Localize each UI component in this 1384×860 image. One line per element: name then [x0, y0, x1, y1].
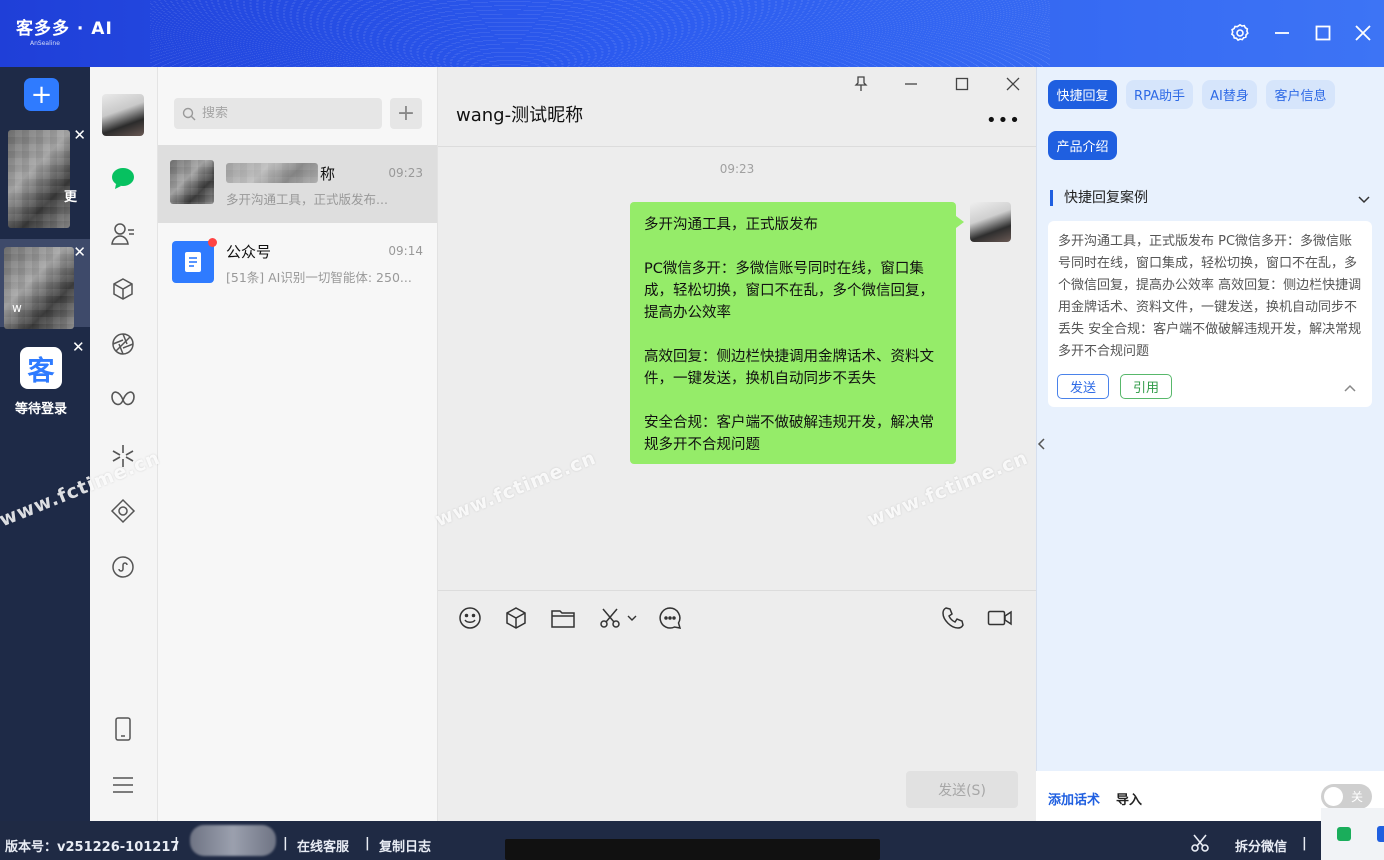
separator: | [1302, 836, 1307, 851]
blurred-name [226, 163, 318, 183]
copy-log-link[interactable]: 复制日志 [379, 836, 431, 855]
emoji-icon[interactable] [456, 604, 484, 632]
close-account-icon[interactable]: ✕ [73, 243, 86, 261]
title-bar-wave [150, 0, 1050, 67]
message-bubble: 多开沟通工具，正式版发布 PC微信多开：多微信账号同时在线，窗口集成，轻松切换，… [630, 202, 964, 464]
section-title: 快捷回复案例 [1050, 190, 1148, 206]
minimize-icon[interactable] [1271, 22, 1293, 44]
voice-call-icon[interactable] [939, 604, 967, 632]
account-label: w [12, 301, 22, 315]
diamond-icon[interactable] [108, 496, 138, 526]
conversation-item[interactable]: 称 09:23 多开沟通工具，正式版发布... [158, 145, 437, 223]
conversation-time: 09:23 [388, 166, 423, 180]
avatar [4, 247, 74, 329]
contacts-icon[interactable] [108, 219, 138, 249]
split-scissors-icon[interactable] [1190, 834, 1210, 856]
add-chat-button[interactable]: + [390, 98, 422, 129]
separator: | [174, 836, 179, 851]
title-bar: 客多多 · AI AnSealine [0, 0, 1384, 67]
toggle-knob [1324, 787, 1343, 806]
conversation-preview: [51条] AI识别一切智能体: 250... [226, 270, 412, 285]
chevron-up-icon[interactable] [1343, 378, 1357, 397]
quick-reply-text[interactable]: 多开沟通工具，正式版发布 PC微信多开：多微信账号同时在线，窗口集成，轻松切换，… [1058, 231, 1364, 363]
conversation-name: 公众号 [226, 243, 272, 261]
user-avatar[interactable] [102, 94, 144, 136]
mini-program-icon[interactable] [108, 552, 138, 582]
app-brand: 客多多 · AI [16, 19, 113, 39]
quick-send-button[interactable]: 发送 [1057, 374, 1110, 399]
overlay-toolbar [505, 839, 880, 860]
add-phrase-link[interactable]: 添加话术 [1048, 789, 1100, 808]
folder-icon[interactable] [549, 604, 577, 632]
official-account-icon [172, 238, 217, 283]
chat-maximize-icon[interactable] [952, 74, 972, 94]
online-service-link[interactable]: 在线客服 [297, 836, 349, 855]
import-link[interactable]: 导入 [1116, 789, 1142, 808]
more-options-icon[interactable]: ••• [986, 110, 1021, 131]
account-item-1[interactable]: ✕ 更 [0, 122, 90, 228]
auto-reply-toggle[interactable]: 关 [1321, 784, 1372, 809]
sticker-cube-icon[interactable] [502, 604, 530, 632]
pin-icon[interactable] [851, 74, 871, 94]
send-button[interactable]: 发送(S) [906, 771, 1018, 808]
menu-icon[interactable] [108, 770, 138, 800]
version-label: 版本号：v251226-101217 [5, 840, 180, 855]
conversation-time: 09:14 [388, 244, 423, 258]
tray-shield-icon[interactable] [1377, 826, 1384, 842]
separator: | [365, 836, 370, 851]
blurred-account-badge [190, 825, 276, 856]
tab-customer-info[interactable]: 客户信息 [1266, 80, 1335, 109]
app-window: 客多多 · AI AnSealine + ✕ 更 ✕ w 客 ✕ 等待登录 搜索… [0, 0, 1384, 860]
chat-icon[interactable] [108, 163, 138, 193]
close-icon[interactable] [1352, 22, 1374, 44]
chat-close-icon[interactable] [1003, 74, 1023, 94]
separator: | [283, 836, 288, 851]
chat-title: wang-测试昵称 [456, 105, 584, 126]
video-call-icon[interactable] [986, 604, 1014, 632]
search-input[interactable] [202, 106, 372, 121]
search-icon [182, 107, 196, 120]
my-avatar [970, 202, 1011, 242]
aperture-icon[interactable] [108, 329, 138, 359]
tab-quick-reply[interactable]: 快捷回复 [1048, 80, 1117, 109]
tab-product-intro[interactable]: 产品介绍 [1048, 131, 1117, 160]
chevron-down-icon[interactable] [1357, 190, 1371, 209]
add-account-button[interactable]: + [24, 78, 59, 111]
close-account-icon[interactable]: ✕ [72, 338, 85, 356]
maximize-icon[interactable] [1312, 22, 1334, 44]
phone-device-icon[interactable] [108, 714, 138, 744]
tab-rpa-assistant[interactable]: RPA助手 [1126, 80, 1193, 109]
avatar [170, 160, 214, 204]
chat-minimize-icon[interactable] [901, 74, 921, 94]
kedd-logo: 客 [20, 347, 62, 389]
tab-ai-avatar[interactable]: AI替身 [1202, 80, 1257, 109]
chevron-down-icon[interactable] [624, 604, 640, 632]
account-label: 更 [64, 190, 78, 205]
quote-button[interactable]: 引用 [1120, 374, 1173, 399]
tray-app-icon[interactable] [1337, 827, 1351, 841]
quick-reply-panel [1036, 67, 1384, 821]
avatar [8, 130, 70, 228]
system-tray [1321, 808, 1384, 860]
account-item-2[interactable]: ✕ w [0, 239, 90, 329]
conversation-name: 称 [320, 165, 336, 183]
settings-icon[interactable] [1229, 22, 1251, 44]
chat-bubble-icon[interactable] [656, 604, 684, 632]
waiting-login-label: 等待登录 [14, 402, 67, 417]
conversation-item[interactable]: 公众号 09:14 [51条] AI识别一切智能体: 250... [158, 223, 437, 301]
app-brand-sub: AnSealine [30, 40, 60, 47]
collapse-panel-icon[interactable] [1036, 436, 1046, 455]
split-wechat-link[interactable]: 拆分微信 [1235, 836, 1287, 855]
unread-dot [208, 238, 217, 247]
scissors-icon[interactable] [596, 604, 624, 632]
search-box[interactable] [174, 98, 382, 129]
conversation-preview: 多开沟通工具，正式版发布... [226, 192, 388, 207]
butterfly-icon[interactable] [108, 385, 138, 415]
cube-icon[interactable] [108, 274, 138, 304]
close-account-icon[interactable]: ✕ [73, 126, 86, 144]
toggle-label: 关 [1350, 790, 1363, 804]
message-timestamp: 09:23 [719, 162, 755, 176]
